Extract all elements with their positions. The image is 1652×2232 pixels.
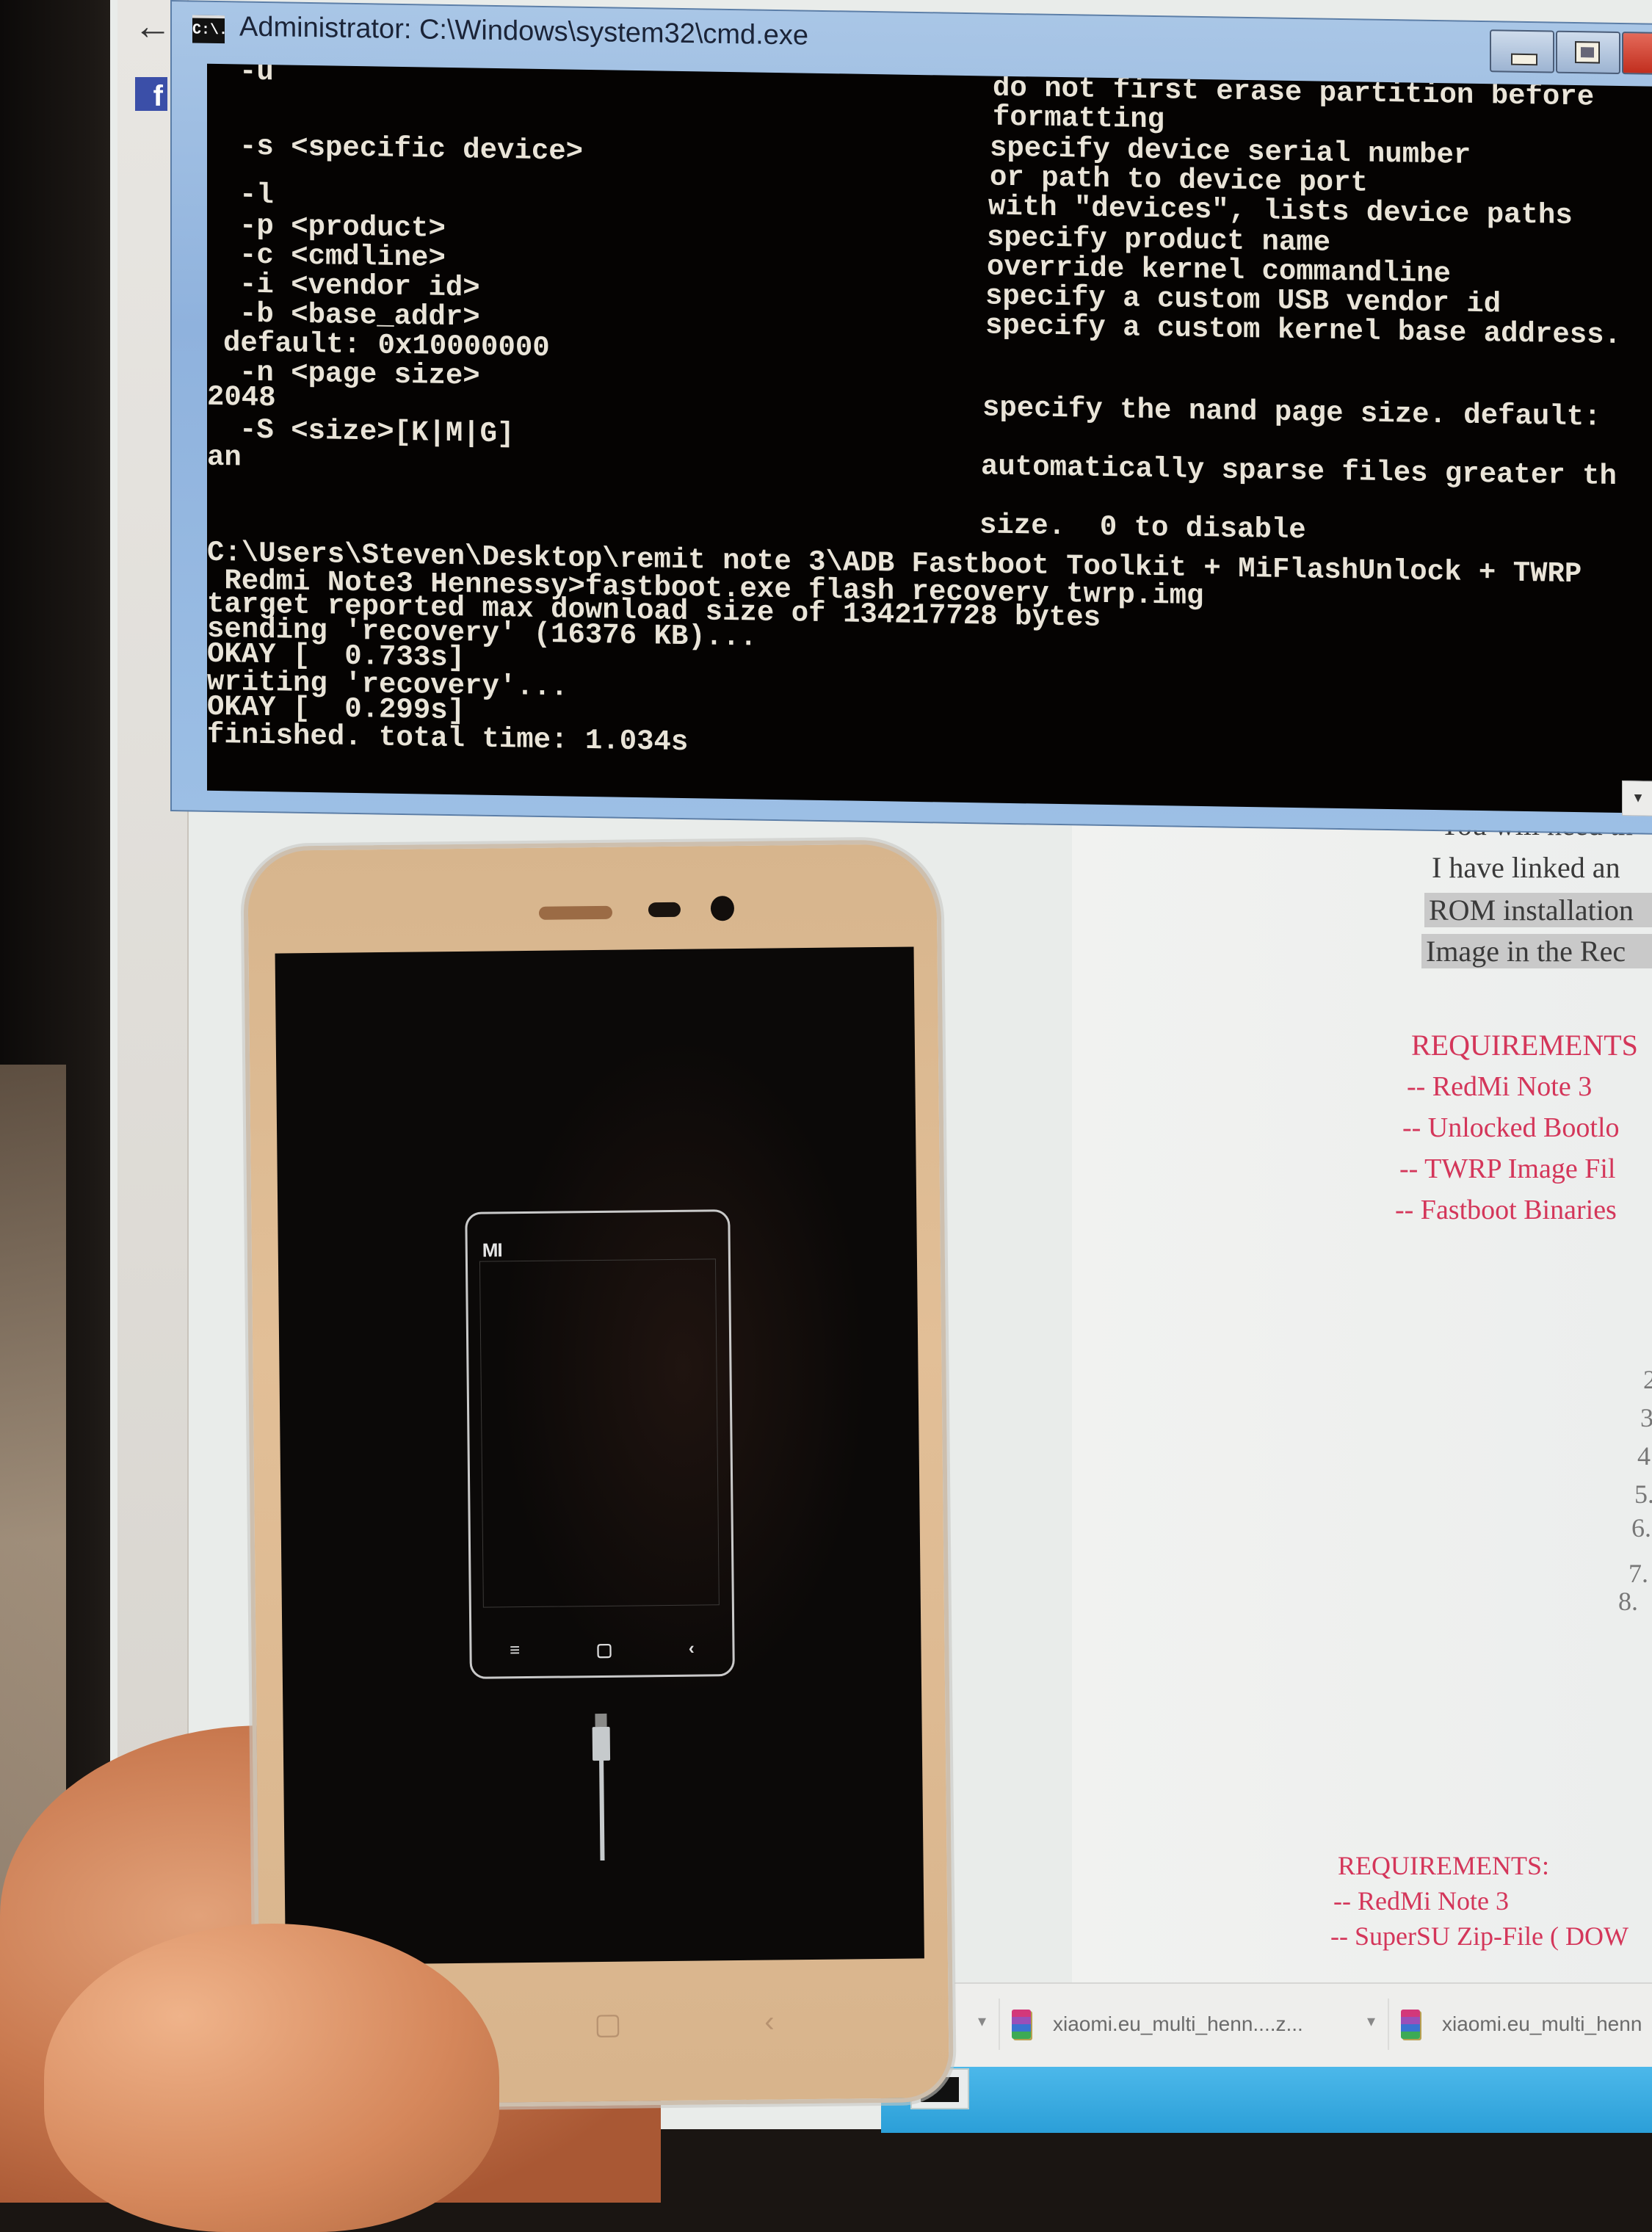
requirement-item[interactable]: -- TWRP Image Fil <box>1399 1153 1615 1185</box>
phone-device: MI ≡ ▢ ‹ ≡ ▢ ‹ <box>243 839 954 2109</box>
option-description: automatically sparse files greater th <box>981 450 1617 493</box>
winrar-archive-icon <box>1401 2010 1420 2039</box>
download-item[interactable]: ▾ xiaomi.eu_multi_henn <box>1367 1999 1652 2050</box>
option-description: formatting <box>993 101 1165 137</box>
paragraph-line-highlighted: Image in the Rec <box>1421 934 1652 968</box>
cmd-window: C:\. Administrator: C:\Windows\system32\… <box>170 0 1652 835</box>
facebook-icon[interactable]: f <box>135 77 167 112</box>
option-text: -u <box>239 63 274 89</box>
home-icon: ▢ <box>595 1639 613 1661</box>
paragraph-line: I have linked an <box>1432 851 1620 884</box>
usb-cable-icon <box>592 1713 611 1861</box>
option-text: an <box>207 441 242 474</box>
close-button[interactable] <box>1622 32 1652 76</box>
requirements-heading: REQUIREMENTS <box>1411 1029 1638 1062</box>
maximize-button[interactable] <box>1556 30 1620 75</box>
illustration-nav-keys: ≡ ▢ ‹ <box>471 1638 732 1662</box>
requirement-item[interactable]: -- Fastboot Binaries <box>1395 1194 1617 1226</box>
download-filename: xiaomi.eu_multi_henn....z... <box>1053 2012 1303 2035</box>
scroll-down-button[interactable]: ▼ <box>1622 780 1652 816</box>
cmd-app-icon: C:\. <box>192 15 228 44</box>
device-screen-outline <box>479 1258 720 1608</box>
web-page-content: You will need th I have linked an ROM in… <box>1072 808 1652 1982</box>
console-output[interactable]: -u -s <specific device> -l -p <product> … <box>207 63 1652 814</box>
home-key-icon[interactable]: ▢ <box>594 2007 622 2041</box>
fastboot-device-illustration: MI ≡ ▢ ‹ <box>465 1209 735 1679</box>
option-text: -l <box>239 178 274 212</box>
requirement-item: -- RedMi Note 3 <box>1333 1886 1509 1916</box>
console-line: finished. total time: 1.034s <box>207 718 689 759</box>
option-text: -s <specific device> <box>239 130 584 168</box>
front-camera <box>710 896 735 921</box>
back-arrow-icon[interactable]: ← <box>131 7 175 46</box>
taskbar <box>881 2067 1652 2133</box>
downloads-bar: ▾ xiaomi.eu_multi_henn....z... ▾ xiaomi.… <box>954 1982 1652 2068</box>
download-item[interactable]: ▾ xiaomi.eu_multi_henn....z... <box>978 1999 1382 2050</box>
menu-icon: ≡ <box>510 1640 521 1661</box>
minimize-button[interactable] <box>1490 29 1554 73</box>
proximity-sensor <box>648 902 681 918</box>
requirement-item: -- Unlocked Bootlo <box>1402 1112 1620 1143</box>
chevron-down-icon[interactable]: ▾ <box>1367 2012 1375 2031</box>
winrar-archive-icon <box>1012 2010 1031 2039</box>
step-number: 3. <box>1640 1403 1652 1432</box>
chevron-down-icon[interactable]: ▾ <box>978 2012 986 2031</box>
back-icon: ‹ <box>688 1638 695 1659</box>
thumb <box>44 1924 499 2232</box>
paragraph-line-highlighted: ROM installation <box>1424 893 1652 927</box>
window-title: Administrator: C:\Windows\system32\cmd.e… <box>239 11 809 51</box>
mi-logo-icon: MI <box>482 1239 502 1261</box>
step-number: 8. <box>1618 1587 1638 1616</box>
step-number: 7. <box>1629 1559 1648 1588</box>
step-number: 6. <box>1631 1513 1651 1543</box>
option-text: -S <size>[K|M|G] <box>239 413 515 451</box>
option-text: 2048 <box>207 380 276 415</box>
requirement-item: -- RedMi Note 3 <box>1407 1071 1593 1102</box>
option-description: specify the nand page size. default: <box>982 391 1601 434</box>
requirement-item[interactable]: -- SuperSU Zip-File ( DOW <box>1330 1921 1629 1952</box>
earpiece-speaker <box>538 905 613 920</box>
step-number: 4. <box>1637 1441 1652 1471</box>
step-number: 5. <box>1634 1479 1652 1509</box>
phone-screen: MI ≡ ▢ ‹ <box>275 946 924 1965</box>
option-description: specify a custom kernel base address. <box>985 309 1621 352</box>
step-number: 2. <box>1643 1365 1652 1394</box>
requirements-heading: REQUIREMENTS: <box>1338 1851 1549 1880</box>
back-key-icon[interactable]: ‹ <box>764 2006 775 2040</box>
option-description: size. 0 to disable <box>979 509 1306 547</box>
download-filename: xiaomi.eu_multi_henn <box>1442 2012 1642 2035</box>
